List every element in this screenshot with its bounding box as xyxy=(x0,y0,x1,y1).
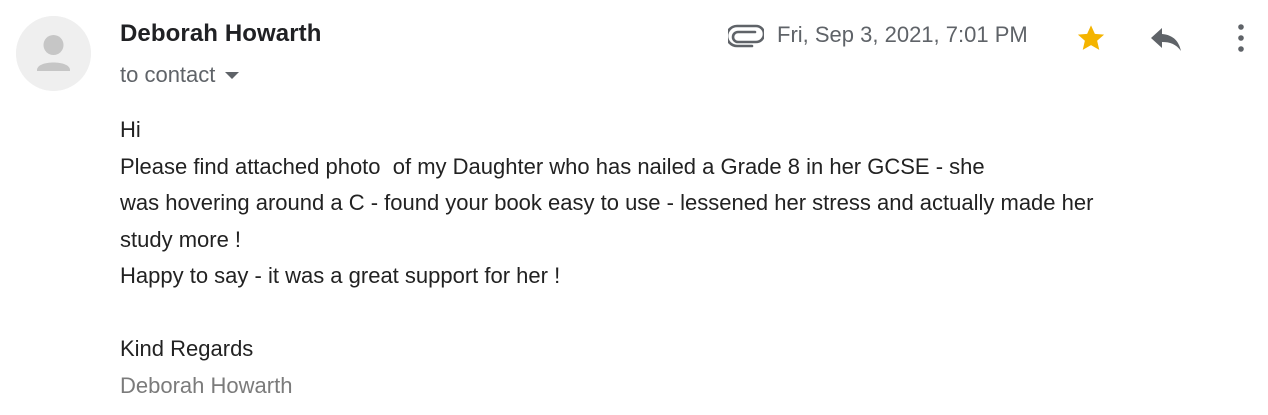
body-line: Kind Regards xyxy=(120,336,254,361)
email-body: Hi Please find attached photo of my Daug… xyxy=(120,112,1240,404)
caret-down-icon[interactable] xyxy=(225,71,240,79)
body-line: study more ! xyxy=(120,226,242,252)
body-line: was hovering around a C - found your boo… xyxy=(120,190,1094,215)
body-line: Please find attached photo of my Daughte… xyxy=(120,153,985,179)
more-vertical-icon[interactable] xyxy=(1230,22,1252,54)
body-line: Happy to say - it was a great support fo… xyxy=(120,263,561,288)
person-avatar-icon xyxy=(16,16,91,91)
recipient-details-toggle[interactable]: to contact xyxy=(120,60,240,90)
body-line xyxy=(120,295,1240,332)
signature-name: Deborah Howarth xyxy=(120,372,293,398)
star-icon[interactable] xyxy=(1075,22,1107,54)
email-date: Fri, Sep 3, 2021, 7:01 PM xyxy=(777,22,1028,47)
sender-name[interactable]: Deborah Howarth xyxy=(120,20,322,48)
paperclip-icon xyxy=(728,24,764,48)
recipient-label: to contact xyxy=(120,62,216,87)
reply-icon[interactable] xyxy=(1148,24,1184,54)
sender-avatar[interactable] xyxy=(16,16,91,91)
body-line: Hi xyxy=(120,117,141,142)
